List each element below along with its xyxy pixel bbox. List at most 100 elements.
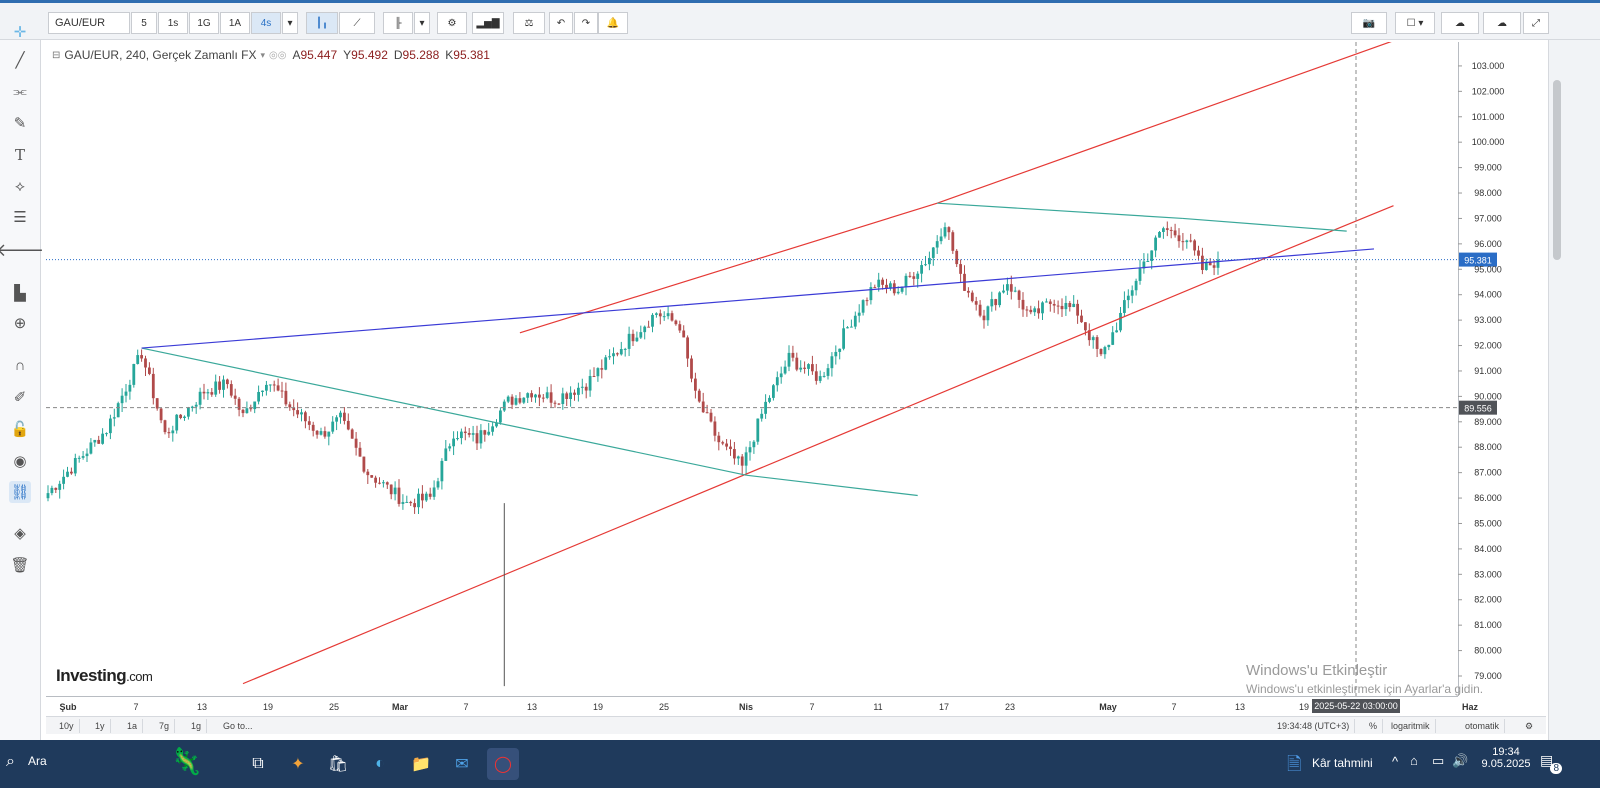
pitchfork-icon[interactable]: ⫘: [9, 80, 31, 102]
cloud-load-icon[interactable]: ☁: [1441, 12, 1479, 34]
candle[interactable]: [690, 355, 693, 383]
legend-settings-icon[interactable]: ◎◎: [269, 50, 286, 61]
brush-icon[interactable]: ✎: [9, 112, 31, 134]
alert-icon[interactable]: 🔔: [598, 12, 628, 34]
display-icon[interactable]: ▭: [1432, 753, 1444, 769]
network-icon[interactable]: ⌂: [1410, 753, 1418, 768]
magnet-icon[interactable]: ∩: [9, 354, 31, 376]
store-icon[interactable]: 🛍: [322, 748, 354, 780]
candle[interactable]: [362, 456, 366, 474]
interval-1g-button[interactable]: 1G: [189, 12, 219, 34]
undo-icon[interactable]: ↶: [549, 12, 573, 34]
range-7g-button[interactable]: 7g: [154, 719, 176, 733]
candle-body: [382, 482, 385, 484]
log-toggle[interactable]: logaritmik: [1386, 719, 1436, 733]
symbol-search-button[interactable]: GAU/EUR: [48, 12, 130, 34]
percent-toggle[interactable]: %: [1364, 719, 1384, 733]
price-chart[interactable]: 95.38189.5562025-05-22 03:00:00 79.00080…: [46, 37, 1546, 716]
candle-body: [877, 279, 881, 288]
legend-dropdown-icon[interactable]: ▾: [260, 50, 265, 61]
pencil-lock-icon[interactable]: ✐: [9, 386, 31, 408]
auto-toggle[interactable]: otomatik: [1460, 719, 1506, 733]
chart-area[interactable]: 95.381 89.556 2025-05-22 03:00:00 79.000 80…: [46, 37, 1546, 716]
redo-icon[interactable]: ↷: [574, 12, 598, 34]
indicators-icon[interactable]: ╟: [383, 12, 413, 34]
trendline-icon[interactable]: ╱: [9, 49, 31, 71]
plot-background[interactable]: [46, 42, 1458, 696]
time-tick-label: 19: [263, 702, 273, 712]
task-view-icon[interactable]: ⧉: [242, 748, 274, 780]
camera-icon[interactable]: 📷: [1351, 12, 1387, 34]
copilot-icon[interactable]: ✦: [282, 748, 314, 780]
candle[interactable]: [350, 428, 354, 439]
edge-icon[interactable]: ◐: [364, 748, 396, 780]
candle[interactable]: [756, 418, 760, 445]
measure-icon[interactable]: ▙: [9, 282, 31, 304]
range-1y-button[interactable]: 1y: [90, 719, 111, 733]
candle[interactable]: [697, 388, 701, 403]
candle-body: [814, 371, 818, 381]
candle-body: [70, 471, 73, 474]
candle[interactable]: [951, 230, 955, 254]
candle[interactable]: [132, 363, 136, 388]
collapse-icon[interactable]: ⊟: [52, 50, 60, 61]
candle-body: [1091, 337, 1095, 341]
trash-icon[interactable]: 🗑: [9, 554, 31, 576]
interval-1a-button[interactable]: 1A: [220, 12, 250, 34]
indicators-dropdown-icon[interactable]: ▾: [414, 12, 430, 34]
mail-icon[interactable]: ✉: [446, 748, 478, 780]
scale-icon[interactable]: ⚖: [513, 12, 545, 34]
back-arrow-icon[interactable]: 🡐: [0, 239, 44, 261]
cloud-save-icon[interactable]: ☁: [1483, 12, 1521, 34]
candle-body: [62, 476, 65, 484]
text-tool-icon[interactable]: T: [9, 144, 31, 166]
interval-5-button[interactable]: 5: [131, 12, 157, 34]
fullscreen-icon[interactable]: ⤢: [1523, 12, 1549, 34]
compare-icon[interactable]: ⟋: [339, 12, 375, 34]
eye-icon[interactable]: ◉: [9, 450, 31, 472]
search-icon[interactable]: ⌕: [6, 753, 15, 771]
range-10y-button[interactable]: 10y: [54, 719, 80, 733]
notification-badge[interactable]: ▤ 8: [1540, 752, 1562, 774]
opera-icon[interactable]: ◯: [487, 748, 519, 780]
windows-taskbar: ⌕ Ara 🦎 ⧉ ✦ 🛍 ◐ 📁 ✉ ◯ 🗎 Kâr tahmini ^ ⌂ …: [0, 740, 1600, 788]
candle[interactable]: [116, 401, 120, 418]
candle-body: [713, 421, 717, 436]
candle[interactable]: [1158, 231, 1161, 238]
crosshair-icon[interactable]: ✛: [9, 21, 31, 43]
interval-4s-button[interactable]: 4s: [251, 12, 281, 34]
lock-icon[interactable]: 🔓: [9, 418, 31, 440]
candle-body: [1212, 265, 1216, 268]
bottom-gear-icon[interactable]: ⚙: [1520, 719, 1538, 733]
tray-chevron-icon[interactable]: ^: [1392, 754, 1398, 769]
zoom-icon[interactable]: ⊕: [9, 312, 31, 334]
interval-1s-button[interactable]: 1s: [158, 12, 188, 34]
layout-icon[interactable]: ☐ ▾: [1395, 12, 1435, 34]
taskbar-search[interactable]: Ara: [28, 754, 47, 768]
candle-body: [604, 357, 608, 370]
candle-body: [1052, 303, 1056, 306]
candles-icon[interactable]: ┃╻: [306, 12, 338, 34]
folder-icon[interactable]: 📁: [405, 748, 437, 780]
gear-icon[interactable]: ⚙: [437, 12, 467, 34]
candle-body: [775, 377, 779, 386]
goto-button[interactable]: Go to...: [218, 719, 258, 733]
interval-dropdown-icon[interactable]: ▾: [282, 12, 298, 34]
layers-icon[interactable]: ◈: [9, 522, 31, 544]
candle-body: [315, 430, 319, 435]
candle-body: [339, 412, 342, 418]
bars-chart-icon[interactable]: ▂▅▇: [472, 12, 504, 34]
range-1g-button[interactable]: 1g: [186, 719, 208, 733]
candle[interactable]: [998, 291, 1001, 308]
candle[interactable]: [370, 474, 374, 478]
candle-body: [116, 403, 120, 418]
fib-icon[interactable]: ☰: [9, 206, 31, 228]
candle-body: [818, 376, 822, 381]
scrollbar[interactable]: [1553, 80, 1561, 260]
clock[interactable]: 19:34 9.05.2025: [1478, 746, 1534, 770]
pattern-icon[interactable]: ⟡: [9, 175, 31, 197]
link-icon[interactable]: ⛓: [9, 481, 31, 503]
weather-label[interactable]: Kâr tahmini: [1312, 756, 1373, 770]
range-1a-button[interactable]: 1a: [122, 719, 144, 733]
speaker-icon[interactable]: 🔊: [1452, 753, 1468, 769]
